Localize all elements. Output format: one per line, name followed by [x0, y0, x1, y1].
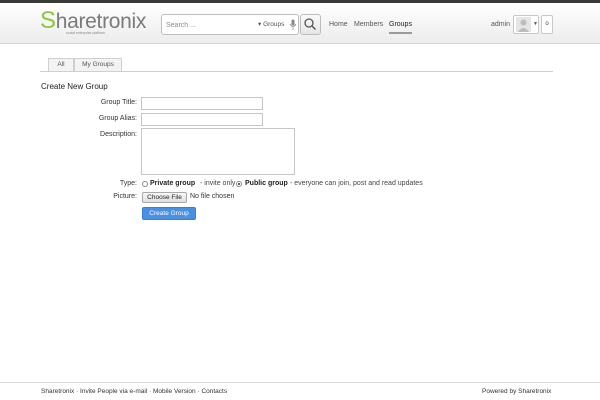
description-label: Description: [100, 131, 137, 138]
page-title: Create New Group [41, 82, 108, 91]
footer-link-mobile[interactable]: Mobile Version [153, 388, 196, 395]
nav-members[interactable]: Members [354, 20, 383, 30]
group-title-label: Group Title: [100, 99, 137, 106]
search-box: ▾ Groups [161, 14, 299, 35]
create-group-button[interactable]: Create Group [142, 207, 196, 220]
nav-home[interactable]: Home [329, 20, 348, 30]
private-group-desc: - invite only [200, 180, 236, 187]
file-status: No file chosen [190, 193, 235, 200]
public-group-label[interactable]: Public group [245, 180, 288, 187]
public-group-radio[interactable] [236, 181, 242, 187]
choose-file-button[interactable]: Choose File [142, 192, 187, 203]
private-group-radio[interactable] [142, 181, 148, 187]
microphone-icon[interactable] [289, 19, 297, 31]
group-alias-label: Group Alias: [98, 115, 137, 122]
powered-by[interactable]: Powered by Sharetronix [482, 388, 551, 395]
footer-links: Sharetronix · Invite People via e-mail ·… [41, 388, 228, 395]
footer-link-invite[interactable]: Invite People via e-mail [80, 388, 147, 395]
chevron-down-icon: ▼ [533, 21, 538, 27]
group-title-input[interactable] [141, 97, 263, 110]
footer-link-contacts[interactable]: Contacts [201, 388, 227, 395]
public-group-desc: - everyone can join, post and read updat… [290, 180, 423, 187]
logo-tagline: social enterprise platform [66, 31, 106, 35]
type-label: Type: [119, 180, 137, 187]
search-scope-dropdown[interactable]: ▾ Groups [258, 20, 284, 28]
group-tabs: All My Groups [40, 58, 553, 72]
options-button[interactable]: o [541, 15, 553, 34]
search-icon [304, 18, 317, 31]
group-alias-input[interactable] [141, 113, 263, 126]
private-group-label[interactable]: Private group [150, 180, 195, 187]
avatar [516, 17, 531, 32]
footer: Sharetronix · Invite People via e-mail ·… [0, 382, 600, 400]
logo-initial: S [40, 7, 56, 34]
logo-rest: haretronix [55, 10, 147, 33]
tab-my-groups[interactable]: My Groups [74, 58, 122, 71]
nav-groups[interactable]: Groups [389, 20, 412, 34]
logo-text: Sharetronix [40, 7, 147, 34]
header: Sharetronix social enterprise platform ▾… [0, 3, 600, 44]
search-button[interactable] [300, 14, 321, 35]
footer-link-sharetronix[interactable]: Sharetronix [41, 388, 74, 395]
user-menu[interactable]: ▼ [513, 15, 539, 34]
tab-all[interactable]: All [48, 58, 74, 71]
search-input[interactable] [166, 18, 256, 32]
username[interactable]: admin [491, 21, 510, 28]
description-textarea[interactable] [141, 128, 295, 175]
picture-label: Picture: [113, 193, 137, 200]
